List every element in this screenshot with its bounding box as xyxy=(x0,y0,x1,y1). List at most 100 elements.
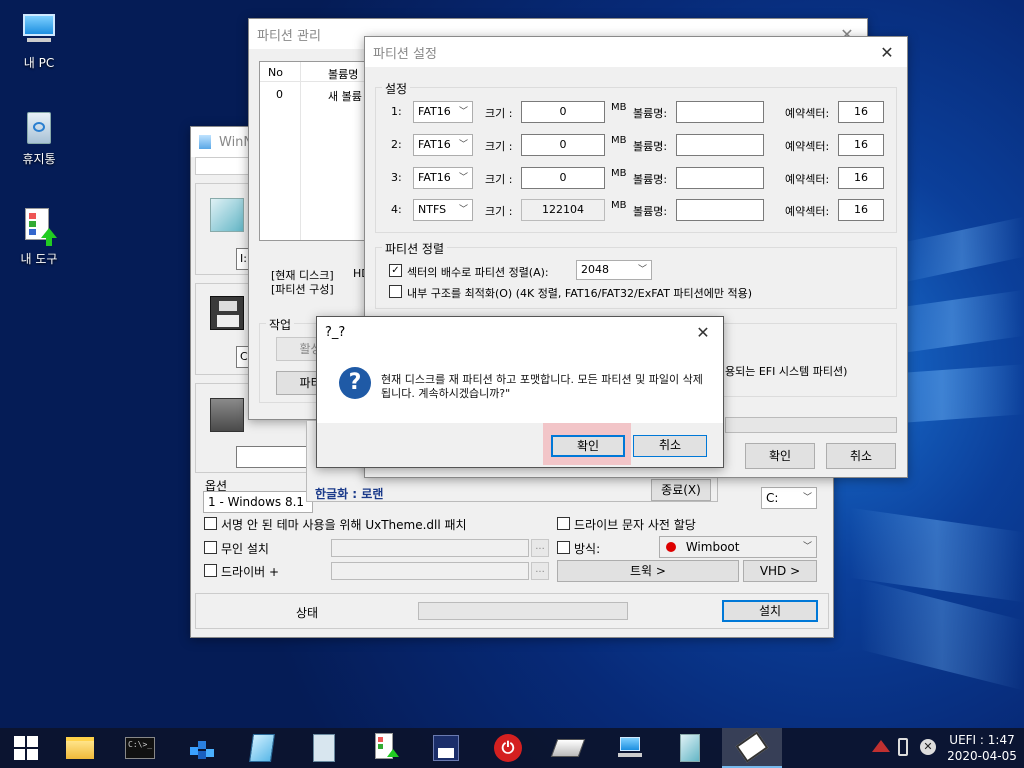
driver-checkbox[interactable] xyxy=(204,564,217,577)
method-value: Wimboot xyxy=(685,540,740,554)
taskbar-power[interactable]: ⏻ xyxy=(482,728,534,768)
volume-field[interactable] xyxy=(676,134,764,156)
uxtheme-checkbox[interactable] xyxy=(204,517,217,530)
volume-label: 볼륨명: xyxy=(633,205,668,218)
windows-logo-icon xyxy=(14,736,38,760)
method-select[interactable]: Wimboot ﹀ xyxy=(659,536,817,558)
dialog-message: 현재 디스크를 재 파티션 하고 포맷합니다. 모든 파티션 및 파일이 삭제됩… xyxy=(381,373,703,400)
size-field[interactable]: 122104 xyxy=(521,199,605,221)
reserved-field[interactable]: 16 xyxy=(838,167,884,189)
vhd-button[interactable]: VHD > xyxy=(743,560,817,582)
size-field[interactable]: 0 xyxy=(521,134,605,156)
clock-date: 2020-04-05 xyxy=(947,749,1017,763)
exit-button[interactable]: 종료(X) xyxy=(651,479,711,501)
computer-icon xyxy=(21,12,57,48)
row-no: 0 xyxy=(276,88,283,101)
dialog-title: ?_? xyxy=(325,324,346,340)
size-field[interactable]: 0 xyxy=(521,167,605,189)
reserved-field[interactable]: 16 xyxy=(838,199,884,221)
install-drive-field[interactable] xyxy=(236,446,316,468)
dialog-ok-button[interactable]: 확인 xyxy=(551,435,625,457)
chevron-down-icon: ﹀ xyxy=(458,107,468,117)
install-button[interactable]: 설치 xyxy=(722,600,818,622)
dialog-cancel-button[interactable]: 취소 xyxy=(633,435,707,457)
chevron-down-icon: ﹀ xyxy=(458,205,468,215)
question-icon: ? xyxy=(339,367,371,399)
fs-value: FAT16 xyxy=(418,171,451,184)
taskbar-registry[interactable] xyxy=(176,728,228,768)
tray-clock[interactable]: UEFI : 1:47 2020-04-05 xyxy=(944,732,1020,764)
unattended-checkbox[interactable] xyxy=(204,541,217,554)
ok-button[interactable]: 확인 xyxy=(745,443,815,469)
column-divider xyxy=(300,62,301,240)
drive-letter-label: 드라이브 문자 사전 할당 xyxy=(574,518,696,532)
chevron-down-icon: ﹀ xyxy=(458,140,468,150)
row-volume: 새 볼륨 xyxy=(328,90,362,103)
tools-icon xyxy=(21,208,57,246)
volume-label: 볼륨명: xyxy=(633,173,668,186)
start-button[interactable] xyxy=(0,728,52,768)
install-drive-icon xyxy=(210,398,244,432)
status-label: 상태 xyxy=(296,606,319,620)
mb-unit: MB xyxy=(611,200,627,211)
close-icon[interactable]: ✕ xyxy=(683,317,723,347)
drive-letter-checkbox[interactable] xyxy=(557,517,570,530)
usb-tray-icon[interactable] xyxy=(898,738,908,756)
iso-icon xyxy=(210,198,244,232)
taskbar-cmd[interactable]: C:\>_ xyxy=(114,728,166,768)
size-field[interactable]: 0 xyxy=(521,101,605,123)
boot-panel: C xyxy=(195,283,266,375)
taskbar-winnt-setup[interactable] xyxy=(722,728,782,768)
tweak-button[interactable]: 트윅 > xyxy=(557,560,739,582)
driver-browse-button[interactable]: ... xyxy=(531,562,549,580)
reserved-field[interactable]: 16 xyxy=(838,101,884,123)
reserved-field[interactable]: 16 xyxy=(838,134,884,156)
taskbar-tools[interactable] xyxy=(360,728,412,768)
align-checkbox[interactable]: ✓ xyxy=(389,264,402,277)
taskbar-drive[interactable] xyxy=(542,728,594,768)
taskbar-notepad[interactable] xyxy=(236,728,288,768)
taskbar-save[interactable] xyxy=(420,728,472,768)
volume-field[interactable] xyxy=(676,167,764,189)
clock-time: UEFI : 1:47 xyxy=(949,733,1015,747)
desktop-icon-recycle-bin[interactable]: 휴지통 xyxy=(4,108,74,167)
desktop-icon-label: 내 도구 xyxy=(20,252,58,266)
desktop-icon-my-pc[interactable]: 내 PC xyxy=(4,12,74,71)
taskbar-explorer[interactable] xyxy=(54,728,106,768)
desktop-icon-my-tools[interactable]: 내 도구 xyxy=(4,208,74,267)
source-panel: I: xyxy=(195,183,266,275)
taskbar-calculator[interactable] xyxy=(298,728,350,768)
align-value: 2048 xyxy=(581,263,609,276)
cancel-button[interactable]: 취소 xyxy=(826,443,896,469)
fs-select[interactable]: FAT16 ﹀ xyxy=(413,167,473,189)
align-label: 섹터의 배수로 파티션 정렬(A): xyxy=(407,266,549,279)
option-select[interactable]: 1 - Windows 8.1 P xyxy=(203,491,313,529)
registry-icon xyxy=(188,735,216,761)
row-number: 3: xyxy=(391,171,402,184)
unattended-path-field[interactable] xyxy=(331,539,529,557)
driver-label: 드라이버 + xyxy=(221,565,280,579)
unattended-browse-button[interactable]: ... xyxy=(531,539,549,557)
fs-select[interactable]: NTFS ﹀ xyxy=(413,199,473,221)
mute-icon[interactable]: ✕ xyxy=(920,739,936,755)
network-computer-icon xyxy=(616,735,644,761)
partset-titlebar: 파티션 설정 ✕ xyxy=(365,37,907,67)
drive-select[interactable]: C: ﹀ xyxy=(761,487,817,509)
align-select[interactable]: 2048 ﹀ xyxy=(576,260,652,280)
taskbar-network[interactable] xyxy=(604,728,656,768)
optimize-checkbox[interactable] xyxy=(389,285,402,298)
fs-select[interactable]: FAT16 ﹀ xyxy=(413,101,473,123)
close-icon[interactable]: ✕ xyxy=(867,37,907,67)
tray-flag-icon[interactable] xyxy=(872,740,890,754)
fs-value: NTFS xyxy=(418,203,447,216)
work-label: 작업 xyxy=(266,316,295,333)
mb-unit: MB xyxy=(611,168,627,179)
taskbar-iso[interactable] xyxy=(664,728,716,768)
method-checkbox[interactable] xyxy=(557,541,570,554)
status-bar: 상태 설치 xyxy=(195,593,829,629)
volume-field[interactable] xyxy=(676,101,764,123)
fs-select[interactable]: FAT16 ﹀ xyxy=(413,134,473,156)
driver-path-field[interactable] xyxy=(331,562,529,580)
volume-field[interactable] xyxy=(676,199,764,221)
reserved-label: 예약섹터: xyxy=(785,107,830,120)
